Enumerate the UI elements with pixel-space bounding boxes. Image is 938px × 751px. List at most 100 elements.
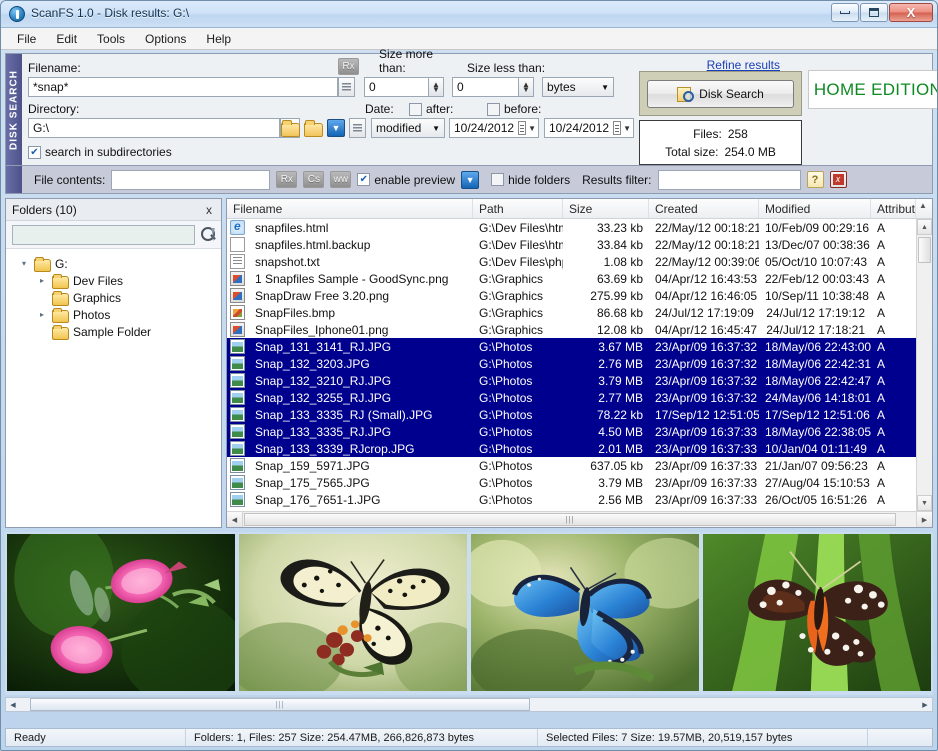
hide-folders-checkbox[interactable]	[491, 173, 504, 186]
column-header-modified[interactable]: Modified	[759, 199, 871, 218]
filename-regex-button[interactable]: Rx	[338, 58, 359, 75]
scroll-left-arrow-icon[interactable]: ◀	[227, 512, 243, 527]
preview-scroll-right-icon[interactable]: ▶	[918, 701, 932, 709]
size-more-input[interactable]	[364, 77, 429, 97]
column-header-filename[interactable]: Filename	[227, 199, 473, 218]
scroll-up-arrow-icon[interactable]: ▲	[917, 219, 932, 235]
before-checkbox-row[interactable]: before:	[487, 102, 541, 116]
search-icon[interactable]	[201, 227, 205, 242]
folders-filter-input[interactable]	[12, 225, 195, 245]
calendar-icon[interactable]	[518, 121, 526, 135]
table-row[interactable]: 1 Snapfiles Sample - GoodSync.pngG:\Grap…	[227, 270, 932, 287]
quick-folder-button[interactable]	[304, 120, 323, 137]
date-mode-select[interactable]: modified ▼	[371, 118, 445, 138]
search-subdirs-checkbox[interactable]: ✔	[28, 146, 41, 159]
vertical-scroll-thumb[interactable]	[918, 237, 931, 263]
tree-node-sample-folder[interactable]: Sample Folder	[10, 323, 217, 340]
enable-preview-checkbox[interactable]: ✔	[357, 173, 370, 186]
disk-search-button[interactable]: Disk Search	[647, 80, 794, 108]
table-row[interactable]: Snap_132_3255_RJ.JPGG:\Photos2.77 MB23/A…	[227, 389, 932, 406]
results-filter-input[interactable]	[658, 170, 801, 190]
tree-node-graphics[interactable]: Graphics	[10, 289, 217, 306]
preview-thumbnail-1[interactable]	[7, 534, 235, 691]
search-subdirs-row[interactable]: ✔ search in subdirectories	[28, 145, 172, 159]
results-filter-clear-button[interactable]: x	[830, 171, 847, 188]
horizontal-scroll-thumb[interactable]: |||	[244, 513, 896, 526]
column-header-path[interactable]: Path	[473, 199, 563, 218]
refine-results-link[interactable]: Refine results	[707, 58, 780, 72]
table-row[interactable]: snapfiles.html.backupG:\Dev Files\html33…	[227, 236, 932, 253]
table-row[interactable]: snapshot.txtG:\Dev Files\php1.08 kb22/Ma…	[227, 253, 932, 270]
enable-preview-row[interactable]: ✔ enable preview	[357, 173, 455, 187]
horizontal-scroll-track[interactable]: |||	[243, 512, 916, 527]
menu-item-options[interactable]: Options	[135, 29, 196, 49]
directory-history-icon[interactable]	[349, 118, 366, 138]
table-row[interactable]: snapfiles.htmlG:\Dev Files\html33.23 kb2…	[227, 219, 932, 236]
contents-wholeword-button[interactable]: ww	[330, 171, 351, 188]
contents-case-button[interactable]: Cs	[303, 171, 324, 188]
preview-thumbnail-3[interactable]	[471, 534, 699, 691]
filename-input[interactable]	[28, 77, 338, 97]
file-contents-input[interactable]	[111, 170, 270, 190]
table-row[interactable]: SnapFiles_Iphone01.pngG:\Graphics12.08 k…	[227, 321, 932, 338]
date-before-field[interactable]: 10/24/2012 ▼	[544, 118, 634, 138]
table-row[interactable]: Snap_132_3210_RJ.JPGG:\Photos3.79 MB23/A…	[227, 372, 932, 389]
preview-thumbnail-2[interactable]	[239, 534, 467, 691]
after-checkbox-row[interactable]: after:	[409, 102, 487, 116]
hide-folders-row[interactable]: hide folders	[491, 173, 570, 187]
after-checkbox[interactable]	[409, 103, 422, 116]
size-less-spinner[interactable]: ▲▼	[519, 77, 534, 97]
scroll-right-arrow-icon[interactable]: ▶	[916, 512, 932, 527]
column-header-size[interactable]: Size	[563, 199, 649, 218]
size-more-spinner[interactable]: ▲▼	[429, 77, 444, 97]
results-filter-help-button[interactable]: ?	[807, 171, 824, 188]
results-horizontal-scrollbar[interactable]: ◀ ||| ▶	[227, 511, 932, 527]
menu-item-edit[interactable]: Edit	[46, 29, 87, 49]
size-unit-select[interactable]: bytes ▼	[542, 77, 614, 97]
table-row[interactable]: Snap_133_3335_RJ (Small).JPGG:\Photos78.…	[227, 406, 932, 423]
table-row[interactable]: Snap_131_3141_RJ.JPGG:\Photos3.67 MB23/A…	[227, 338, 932, 355]
twisty-icon-photos[interactable]: ▸	[36, 310, 48, 319]
minimize-button[interactable]	[831, 3, 859, 22]
chevron-down-icon-blue: ▼	[332, 123, 341, 133]
table-row[interactable]: Snap_133_3339_RJcrop.JPGG:\Photos2.01 MB…	[227, 440, 932, 457]
menu-item-file[interactable]: File	[7, 29, 46, 49]
table-row[interactable]: SnapDraw Free 3.20.pngG:\Graphics275.99 …	[227, 287, 932, 304]
before-checkbox[interactable]	[487, 103, 500, 116]
tree-node-g[interactable]: ▾ G:	[10, 255, 217, 272]
disk-search-tab[interactable]: DISK SEARCH	[6, 54, 22, 165]
column-header-created[interactable]: Created	[649, 199, 759, 218]
preview-scroll-left-icon[interactable]: ◀	[6, 701, 20, 709]
preview-thumbnail-4[interactable]	[703, 534, 931, 691]
tree-node-dev-files[interactable]: ▸ Dev Files	[10, 272, 217, 289]
filename-history-icon[interactable]	[338, 77, 355, 97]
results-vertical-scrollbar[interactable]: ▲ ▼	[916, 219, 932, 511]
menu-item-tools[interactable]: Tools	[87, 29, 135, 49]
twisty-icon-g[interactable]: ▾	[18, 259, 30, 268]
tree-node-photos[interactable]: ▸ Photos	[10, 306, 217, 323]
browse-folder-button[interactable]	[280, 118, 300, 138]
preview-horizontal-scrollbar[interactable]: ◀ ||| ▶	[5, 697, 933, 712]
scroll-down-arrow-icon[interactable]: ▼	[917, 495, 932, 511]
column-header-attribute[interactable]: Attribut	[871, 199, 916, 218]
table-row[interactable]: Snap_132_3203.JPGG:\Photos2.76 MB23/Apr/…	[227, 355, 932, 372]
date-after-field[interactable]: 10/24/2012 ▼	[449, 118, 539, 138]
close-button[interactable]: X	[889, 3, 933, 22]
preview-scroll-track[interactable]: |||	[20, 698, 918, 711]
maximize-button[interactable]	[860, 3, 888, 22]
folders-pane-close-button[interactable]: x	[203, 203, 215, 217]
directory-dropdown-button[interactable]: ▼	[327, 119, 345, 137]
table-row[interactable]: Snap_176_7651-1.JPGG:\Photos2.56 MB23/Ap…	[227, 491, 932, 508]
contents-regex-button[interactable]: Rx	[276, 171, 297, 188]
calendar-icon-2[interactable]	[613, 121, 621, 135]
directory-input[interactable]	[28, 118, 280, 138]
twisty-icon-dev-files[interactable]: ▸	[36, 276, 48, 285]
preview-scroll-thumb[interactable]: |||	[30, 698, 530, 711]
table-row[interactable]: Snap_133_3335_RJ.JPGG:\Photos4.50 MB23/A…	[227, 423, 932, 440]
menu-item-help[interactable]: Help	[196, 29, 241, 49]
size-less-input[interactable]	[452, 77, 519, 97]
preview-options-button[interactable]: ▼	[461, 171, 479, 189]
table-row[interactable]: Snap_175_7565.JPGG:\Photos3.79 MB23/Apr/…	[227, 474, 932, 491]
table-row[interactable]: Snap_159_5971.JPGG:\Photos637.05 kb23/Ap…	[227, 457, 932, 474]
table-row[interactable]: SnapFiles.bmpG:\Graphics86.68 kb24/Jul/1…	[227, 304, 932, 321]
